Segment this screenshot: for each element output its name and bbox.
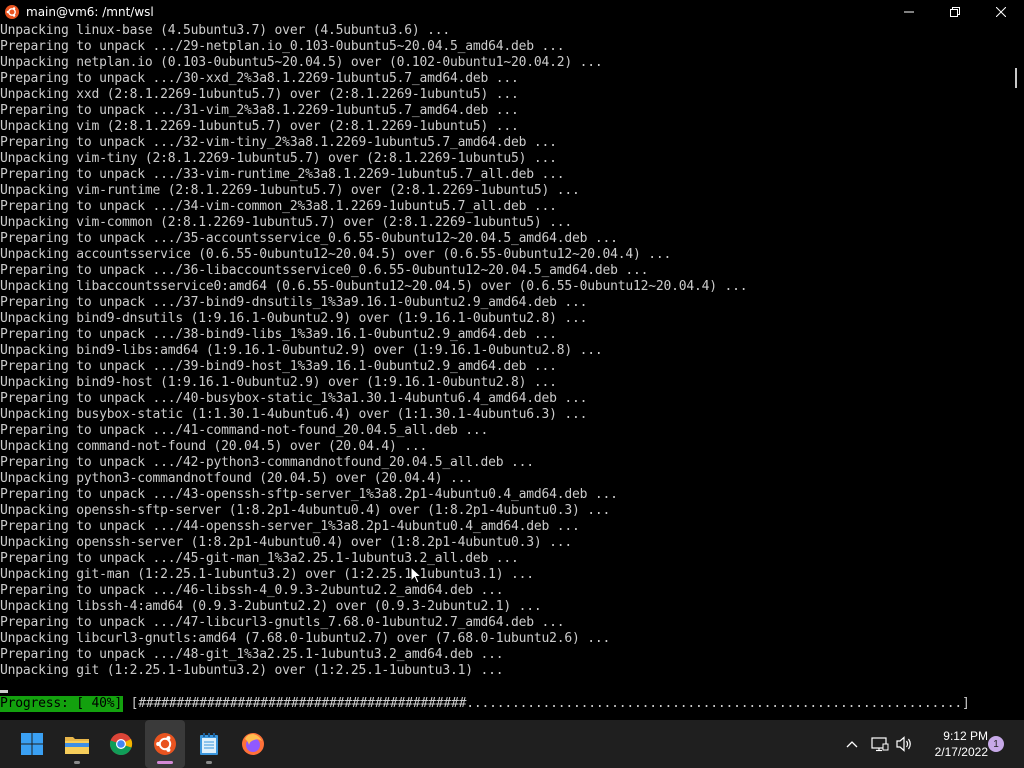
terminal-line: Preparing to unpack .../48-git_1%3a2.25.… xyxy=(0,647,504,662)
clock-date: 2/17/2022 xyxy=(934,745,988,759)
active-indicator xyxy=(157,761,173,764)
terminal-line: Preparing to unpack .../29-netplan.io_0.… xyxy=(0,39,565,54)
terminal-line: Preparing to unpack .../45-git-man_1%3a2… xyxy=(0,551,519,566)
terminal-line: Preparing to unpack .../38-bind9-libs_1%… xyxy=(0,327,557,342)
terminal-line: Preparing to unpack .../31-vim_2%3a8.1.2… xyxy=(0,103,519,118)
terminal-line: Unpacking accountsservice (0.6.55-0ubunt… xyxy=(0,247,672,262)
terminal-scrollbar[interactable] xyxy=(1012,23,1024,720)
progress-bar: [#######################################… xyxy=(123,696,970,711)
notepad-icon xyxy=(200,733,218,755)
terminal-line: Unpacking bind9-libs:amd64 (1:9.16.1-0ub… xyxy=(0,343,603,358)
close-button[interactable] xyxy=(978,0,1024,23)
network-icon xyxy=(871,737,889,752)
terminal-line: Preparing to unpack .../42-python3-comma… xyxy=(0,455,534,470)
speaker-icon xyxy=(896,736,911,752)
terminal-line: Unpacking libaccountsservice0:amd64 (0.6… xyxy=(0,279,748,294)
taskbar-notepad[interactable] xyxy=(189,720,229,768)
terminal-line: Preparing to unpack .../30-xxd_2%3a8.1.2… xyxy=(0,71,519,86)
terminal-line: Preparing to unpack .../43-openssh-sftp-… xyxy=(0,487,618,502)
taskbar-ubuntu-terminal[interactable] xyxy=(145,720,185,768)
network-button[interactable] xyxy=(868,720,892,768)
maximize-button[interactable] xyxy=(932,0,978,23)
close-icon xyxy=(996,6,1006,17)
volume-button[interactable] xyxy=(893,720,917,768)
ubuntu-icon xyxy=(4,4,20,20)
window-title: main@vm6: /mnt/wsl xyxy=(26,4,154,19)
terminal-line: Unpacking bind9-dnsutils (1:9.16.1-0ubun… xyxy=(0,311,588,326)
taskbar: 9:12 PM 2/17/2022 xyxy=(0,720,1024,768)
taskbar-chrome[interactable] xyxy=(101,720,141,768)
start-button[interactable] xyxy=(12,720,52,768)
terminal-line: Unpacking python3-commandnotfound (20.04… xyxy=(0,471,473,486)
mouse-pointer-icon xyxy=(410,566,422,584)
terminal-line: Preparing to unpack .../39-bind9-host_1%… xyxy=(0,359,557,374)
terminal-line: Preparing to unpack .../33-vim-runtime_2… xyxy=(0,167,565,182)
terminal-line: Preparing to unpack .../32-vim-tiny_2%3a… xyxy=(0,135,557,150)
chrome-icon xyxy=(109,733,133,756)
terminal-line: Unpacking vim-runtime (2:8.1.2269-1ubunt… xyxy=(0,183,580,198)
terminal-line: Unpacking git (1:2.25.1-1ubuntu3.2) over… xyxy=(0,663,504,678)
restore-icon xyxy=(950,6,960,17)
terminal-line: Unpacking bind9-host (1:9.16.1-0ubuntu2.… xyxy=(0,375,557,390)
terminal-line: Unpacking vim-tiny (2:8.1.2269-1ubuntu5.… xyxy=(0,151,557,166)
terminal-line: Preparing to unpack .../46-libssh-4_0.9.… xyxy=(0,583,504,598)
minimize-button[interactable] xyxy=(886,0,932,23)
terminal-line: Unpacking openssh-server (1:8.2p1-4ubunt… xyxy=(0,535,572,550)
clock[interactable]: 9:12 PM 2/17/2022 xyxy=(935,728,988,760)
ubuntu-icon xyxy=(154,733,176,755)
terminal-line: Unpacking vim (2:8.1.2269-1ubuntu5.7) ov… xyxy=(0,119,519,134)
terminal-output[interactable]: Unpacking linux-base (4.5ubuntu3.7) over… xyxy=(0,23,1012,720)
terminal-line: Preparing to unpack .../37-bind9-dnsutil… xyxy=(0,295,588,310)
terminal-line: Unpacking busybox-static (1:1.30.1-4ubun… xyxy=(0,407,588,422)
windows-logo-icon xyxy=(21,733,43,755)
terminal-line: Unpacking command-not-found (20.04.5) ov… xyxy=(0,439,428,454)
terminal-line: Unpacking netplan.io (0.103-0ubuntu5~20.… xyxy=(0,55,603,70)
terminal-line: Preparing to unpack .../35-accountsservi… xyxy=(0,231,618,246)
terminal-line: Unpacking vim-common (2:8.1.2269-1ubuntu… xyxy=(0,215,572,230)
running-indicator xyxy=(206,761,212,764)
folder-icon xyxy=(65,737,89,754)
firefox-icon xyxy=(242,733,264,755)
terminal-line: Preparing to unpack .../47-libcurl3-gnut… xyxy=(0,615,565,630)
minimize-icon xyxy=(904,11,914,12)
terminal-lines: Unpacking linux-base (4.5ubuntu3.7) over… xyxy=(0,23,748,679)
terminal-line: Preparing to unpack .../34-vim-common_2%… xyxy=(0,199,557,214)
scrollbar-thumb[interactable] xyxy=(1015,68,1017,88)
title-bar: main@vm6: /mnt/wsl xyxy=(0,0,1024,23)
terminal-line: Unpacking git-man (1:2.25.1-1ubuntu3.2) … xyxy=(0,567,534,582)
chevron-up-icon xyxy=(846,741,858,748)
taskbar-file-explorer[interactable] xyxy=(57,720,97,768)
notification-badge[interactable]: 1 xyxy=(988,736,1004,752)
terminal-line: Preparing to unpack .../41-command-not-f… xyxy=(0,423,489,438)
taskbar-firefox[interactable] xyxy=(233,720,273,768)
terminal-line: Preparing to unpack .../40-busybox-stati… xyxy=(0,391,588,406)
terminal-line: Unpacking libcurl3-gnutls:amd64 (7.68.0-… xyxy=(0,631,611,646)
terminal-cursor xyxy=(0,690,8,693)
terminal-line: Unpacking libssh-4:amd64 (0.9.3-2ubuntu2… xyxy=(0,599,542,614)
progress-label: Progress: [ 40%] xyxy=(0,696,124,712)
running-indicator xyxy=(74,761,80,764)
terminal-line: Preparing to unpack .../36-libaccountsse… xyxy=(0,263,649,278)
clock-time: 9:12 PM xyxy=(943,729,988,743)
terminal-line: Unpacking openssh-sftp-server (1:8.2p1-4… xyxy=(0,503,611,518)
terminal-line: Unpacking linux-base (4.5ubuntu3.7) over… xyxy=(0,23,450,38)
progress-row: Progress: [ 40%] [######################… xyxy=(0,696,970,712)
terminal-line: Preparing to unpack .../44-openssh-serve… xyxy=(0,519,580,534)
terminal-line: Unpacking xxd (2:8.1.2269-1ubuntu5.7) ov… xyxy=(0,87,519,102)
show-hidden-icons-button[interactable] xyxy=(842,720,862,768)
